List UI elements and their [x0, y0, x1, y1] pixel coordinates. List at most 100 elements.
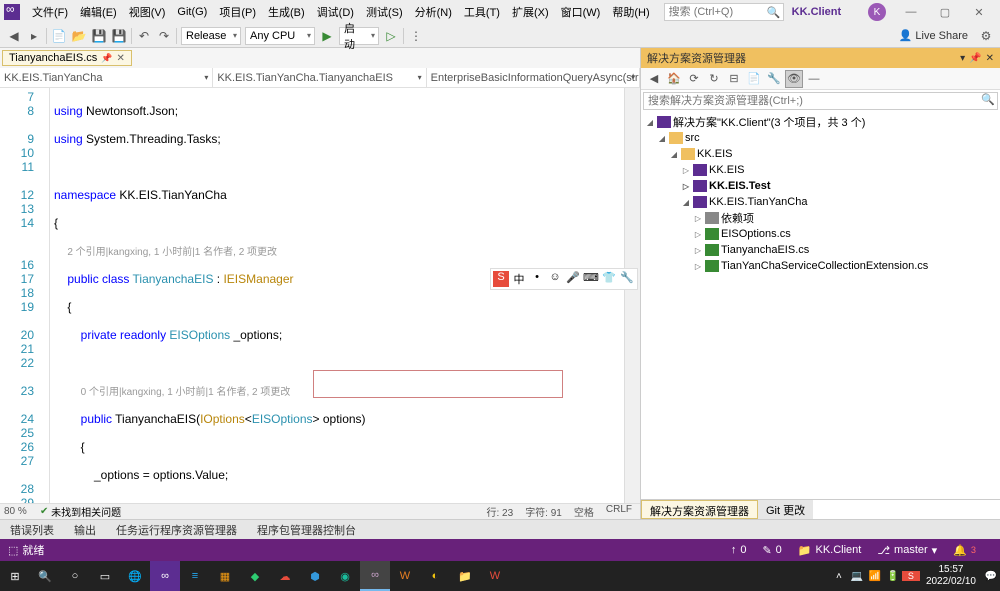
- sol-prop-icon[interactable]: 🔧: [765, 70, 783, 88]
- ime-tool-icon[interactable]: 🔧: [619, 271, 635, 287]
- task-chrome-icon[interactable]: 🌐: [120, 561, 150, 591]
- sol-search-input[interactable]: [644, 93, 979, 109]
- menu-help[interactable]: 帮助(H): [606, 2, 655, 22]
- menu-tools[interactable]: 工具(T): [458, 2, 506, 22]
- indent-info[interactable]: 空格: [574, 504, 594, 519]
- tab-errors[interactable]: 错误列表: [0, 520, 64, 540]
- sol-back-icon[interactable]: ◀: [645, 70, 663, 88]
- tray-up-icon[interactable]: ˄: [830, 571, 848, 582]
- task-vs2-icon[interactable]: ∞: [360, 561, 390, 591]
- nav-method[interactable]: EnterpriseBasicInformationQueryAsync(str…: [427, 68, 640, 87]
- sol-showall-icon[interactable]: 📄: [745, 70, 763, 88]
- menu-project[interactable]: 项目(P): [213, 2, 262, 22]
- tab-pkgmgr[interactable]: 程序包管理器控制台: [247, 520, 366, 540]
- tray-ime-icon[interactable]: S: [902, 571, 920, 581]
- git-add[interactable]: ↑ 0: [731, 544, 747, 556]
- global-search[interactable]: 🔍: [664, 3, 784, 21]
- ime-kb-icon[interactable]: ⌨: [583, 271, 599, 287]
- config-combo[interactable]: Release: [181, 27, 241, 45]
- redo-icon[interactable]: ↷: [154, 26, 174, 46]
- file-tab[interactable]: TianyanchaEIS.cs 📌 ✕: [2, 50, 132, 66]
- saveall-icon[interactable]: 💾: [109, 26, 129, 46]
- menu-git[interactable]: Git(G): [171, 4, 213, 20]
- menu-analyze[interactable]: 分析(N): [409, 2, 458, 22]
- tray-3[interactable]: 🔋: [884, 571, 902, 582]
- start-menu-icon[interactable]: ⊞: [0, 561, 30, 591]
- nav-back-icon[interactable]: ◀: [4, 26, 24, 46]
- sol-more-icon[interactable]: —: [805, 70, 823, 88]
- tab-taskrunner[interactable]: 任务运行程序资源管理器: [106, 520, 247, 540]
- repo-name[interactable]: 📁 KK.Client: [798, 544, 862, 557]
- pin-icon[interactable]: 📌: [101, 53, 112, 64]
- ime-mic-icon[interactable]: 🎤: [565, 271, 581, 287]
- search-input[interactable]: [665, 6, 765, 18]
- ime-skin-icon[interactable]: 👕: [601, 271, 617, 287]
- nav-project[interactable]: KK.EIS.TianYanCha: [0, 68, 213, 87]
- ime-lang-icon[interactable]: 中: [511, 271, 527, 287]
- sol-collapse-icon[interactable]: ⊟: [725, 70, 743, 88]
- menu-extensions[interactable]: 扩展(X): [506, 2, 555, 22]
- task-app10-icon[interactable]: 📁: [450, 561, 480, 591]
- sol-sync-icon[interactable]: ⟳: [685, 70, 703, 88]
- git-edit[interactable]: ✎ 0: [762, 544, 781, 557]
- undo-icon[interactable]: ↶: [134, 26, 154, 46]
- tab-sol-explorer[interactable]: 解决方案资源管理器: [641, 500, 758, 519]
- sol-refresh-icon[interactable]: ↻: [705, 70, 723, 88]
- tray-2[interactable]: 📶: [866, 571, 884, 582]
- tab-git-changes[interactable]: Git 更改: [758, 500, 813, 519]
- sol-pin-icon[interactable]: 📌: [969, 53, 981, 64]
- user-avatar[interactable]: K: [868, 3, 886, 21]
- task-vscode-icon[interactable]: ≡: [180, 561, 210, 591]
- notifications-icon[interactable]: 🔔3: [953, 544, 976, 557]
- menu-window[interactable]: 窗口(W): [555, 2, 607, 22]
- fold-gutter[interactable]: [40, 88, 50, 503]
- liveshare-button[interactable]: 👤 Live Share: [899, 29, 968, 42]
- sol-dropdown-icon[interactable]: ▾: [960, 53, 965, 64]
- minimize-button[interactable]: —: [894, 0, 928, 24]
- sol-preview-icon[interactable]: 👁: [785, 70, 803, 88]
- tray-1[interactable]: 💻: [848, 571, 866, 582]
- task-cortana-icon[interactable]: ○: [60, 561, 90, 591]
- admin-icon[interactable]: ⚙: [976, 26, 996, 46]
- tool-1[interactable]: ⋮: [406, 26, 426, 46]
- menu-test[interactable]: 测试(S): [360, 2, 409, 22]
- platform-combo[interactable]: Any CPU: [245, 27, 315, 45]
- open-icon[interactable]: 📂: [69, 26, 89, 46]
- ime-punc-icon[interactable]: •: [529, 271, 545, 287]
- task-app9-icon[interactable]: ◐: [420, 561, 450, 591]
- task-view-icon[interactable]: ▭: [90, 561, 120, 591]
- ime-floating-bar[interactable]: S 中 • ☺ 🎤 ⌨ 👕 🔧: [490, 268, 638, 290]
- sol-search-icon[interactable]: 🔍: [979, 93, 997, 109]
- task-search-icon[interactable]: 🔍: [30, 561, 60, 591]
- solution-tree[interactable]: ◢解决方案"KK.Client"(3 个项目，共 3 个) ◢src ◢KK.E…: [641, 112, 1000, 499]
- branch-name[interactable]: ⎇ master ▾: [877, 544, 937, 557]
- code-content[interactable]: using Newtonsoft.Json; using System.Thre…: [50, 88, 624, 503]
- sol-search[interactable]: 🔍: [643, 92, 998, 110]
- start-combo[interactable]: 启动: [339, 27, 379, 45]
- vertical-scrollbar[interactable]: [624, 88, 640, 503]
- tab-output[interactable]: 输出: [64, 520, 106, 540]
- menu-build[interactable]: 生成(B): [262, 2, 311, 22]
- menu-edit[interactable]: 编辑(E): [74, 2, 123, 22]
- task-app5-icon[interactable]: ☁: [270, 561, 300, 591]
- close-button[interactable]: ✕: [962, 0, 996, 24]
- ime-icon[interactable]: S: [493, 271, 509, 287]
- search-icon[interactable]: 🔍: [765, 6, 783, 19]
- zoom-combo[interactable]: 80 %: [0, 506, 40, 517]
- error-status[interactable]: 未找到相关问题: [51, 504, 121, 519]
- eol-info[interactable]: CRLF: [606, 504, 632, 519]
- taskbar-clock[interactable]: 15:572022/02/10: [920, 564, 982, 588]
- sol-close-icon[interactable]: ✕: [986, 53, 994, 64]
- task-app8-icon[interactable]: W: [390, 561, 420, 591]
- task-app3-icon[interactable]: ▦: [210, 561, 240, 591]
- tab-close-icon[interactable]: ✕: [116, 53, 124, 64]
- task-app7-icon[interactable]: ◉: [330, 561, 360, 591]
- menu-view[interactable]: 视图(V): [123, 2, 172, 22]
- menu-file[interactable]: 文件(F): [26, 2, 74, 22]
- start-icon[interactable]: ▶: [317, 26, 337, 46]
- new-icon[interactable]: 📄: [49, 26, 69, 46]
- save-icon[interactable]: 💾: [89, 26, 109, 46]
- sol-home-icon[interactable]: 🏠: [665, 70, 683, 88]
- sol-title-bar[interactable]: 解决方案资源管理器 ▾ 📌 ✕: [641, 48, 1000, 68]
- maximize-button[interactable]: ▢: [928, 0, 962, 24]
